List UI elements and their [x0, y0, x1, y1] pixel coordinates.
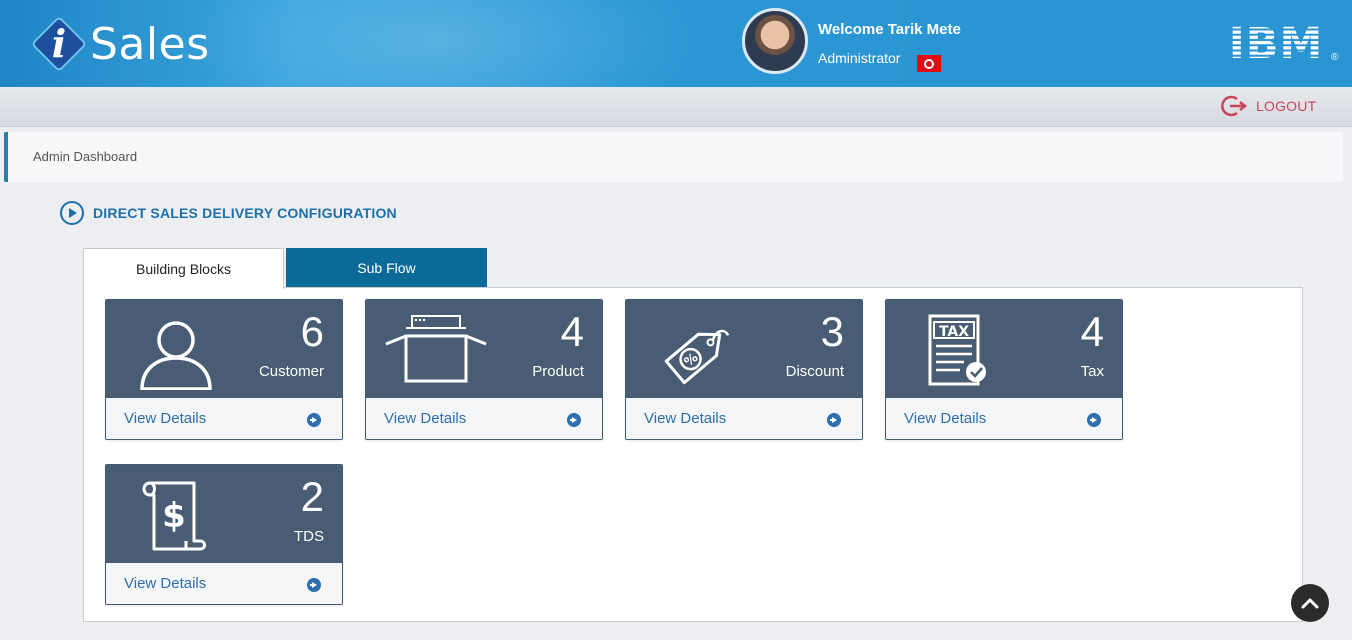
- registered-mark: ®: [1331, 52, 1339, 63]
- arrow-circle-right-icon: [307, 413, 321, 427]
- card-label: Customer: [258, 363, 324, 380]
- card-header: 6 Customer: [106, 300, 342, 397]
- discount-card: % 3 Discount View Details: [625, 299, 863, 440]
- view-details-link[interactable]: View Details: [886, 397, 1122, 439]
- card-header: 4 Product: [366, 300, 602, 397]
- top-action-bar: [0, 87, 1352, 127]
- view-details-label: View Details: [124, 410, 207, 427]
- header-decoration: [180, 0, 700, 87]
- card-label: Tax: [1080, 363, 1104, 380]
- card-header: % 3 Discount: [626, 300, 862, 397]
- discount-tag-icon: %: [664, 329, 730, 385]
- svg-text:$: $: [162, 496, 186, 536]
- logout-icon: [1221, 95, 1248, 117]
- card-count: 3: [820, 308, 844, 355]
- user-icon: [140, 321, 212, 390]
- tab-building-blocks[interactable]: Building Blocks: [83, 248, 284, 289]
- arrow-circle-right-icon: [827, 413, 841, 427]
- customer-card: 6 Customer View Details: [105, 299, 343, 440]
- dollar-scroll-icon: $: [142, 481, 206, 551]
- user-avatar[interactable]: [742, 8, 808, 74]
- play-circle-icon: [60, 201, 84, 225]
- view-details-label: View Details: [644, 410, 727, 427]
- card-count: 6: [300, 308, 324, 355]
- user-role: Administrator: [818, 50, 901, 66]
- card-header: $ 2 TDS: [106, 465, 342, 562]
- tunisia-flag-icon: [917, 55, 941, 72]
- product-card: 4 Product View Details: [365, 299, 603, 440]
- logout-label: LOGOUT: [1256, 98, 1317, 114]
- section-heading: DIRECT SALES DELIVERY CONFIGURATION: [60, 201, 397, 225]
- view-details-link[interactable]: View Details: [366, 397, 602, 439]
- app-logo[interactable]: i Sales: [30, 14, 210, 74]
- card-label: Product: [532, 363, 584, 380]
- scroll-to-top-button[interactable]: [1291, 584, 1329, 622]
- arrow-circle-right-icon: [567, 413, 581, 427]
- card-count: 4: [560, 308, 584, 355]
- view-details-link[interactable]: View Details: [106, 562, 342, 604]
- card-label: Discount: [785, 363, 844, 380]
- breadcrumb-current: Admin Dashboard: [33, 149, 138, 164]
- tax-document-icon: TAX: [928, 314, 986, 386]
- view-details-link[interactable]: View Details: [106, 397, 342, 439]
- arrow-circle-right-icon: [307, 578, 321, 592]
- view-details-label: View Details: [904, 410, 987, 427]
- tds-card: $ 2 TDS View Details: [105, 464, 343, 605]
- box-icon: [385, 315, 487, 383]
- tax-card: TAX 4 Tax View Details: [885, 299, 1123, 440]
- svg-text:TAX: TAX: [939, 324, 969, 340]
- welcome-text: Welcome Tarik Mete: [818, 21, 961, 38]
- ibm-logo: IBM: [1222, 20, 1330, 62]
- chevron-up-icon: [1301, 598, 1319, 609]
- section-title: DIRECT SALES DELIVERY CONFIGURATION: [93, 205, 397, 221]
- view-details-label: View Details: [384, 410, 467, 427]
- card-label: TDS: [294, 528, 324, 545]
- logo-letter: i: [51, 21, 67, 66]
- view-details-link[interactable]: View Details: [626, 397, 862, 439]
- logout-button[interactable]: LOGOUT: [1220, 94, 1316, 118]
- arrow-circle-right-icon: [1087, 413, 1101, 427]
- card-count: 2: [300, 473, 324, 520]
- card-count: 4: [1080, 308, 1104, 355]
- view-details-label: View Details: [124, 575, 207, 592]
- logo-diamond-icon: i: [30, 15, 88, 73]
- card-header: TAX 4 Tax: [886, 300, 1122, 397]
- breadcrumb: Admin Dashboard: [4, 132, 1343, 182]
- app-name: Sales: [90, 18, 210, 70]
- tab-sub-flow[interactable]: Sub Flow: [286, 248, 487, 288]
